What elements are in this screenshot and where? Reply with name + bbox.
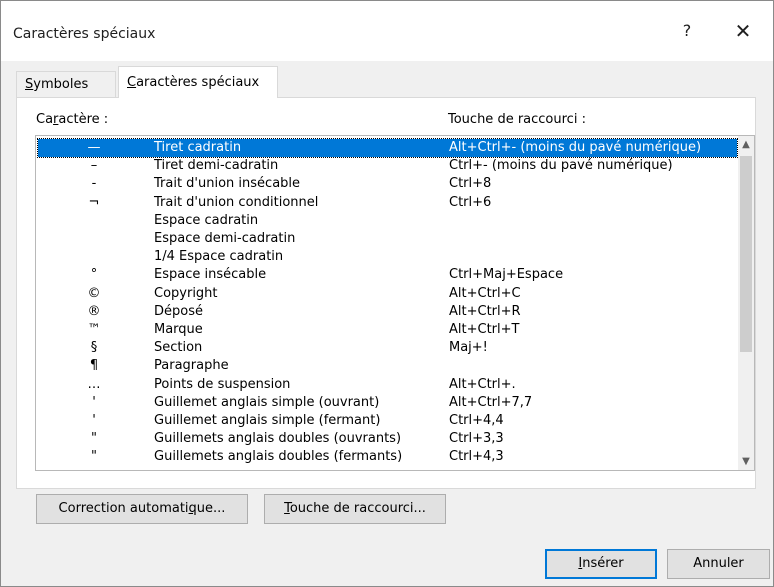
list-item[interactable]: - Trait d'union insécable Ctrl+8: [38, 175, 737, 193]
autocorrect-button[interactable]: Correction automatique...: [36, 494, 248, 524]
close-button[interactable]: ✕: [721, 13, 765, 49]
column-header-character: Caractère :: [36, 112, 108, 127]
list-item[interactable]: Espace cadratin: [38, 212, 737, 230]
character-symbol: ®: [87, 303, 101, 319]
character-shortcut: Alt+Ctrl+R: [449, 303, 521, 319]
list-item[interactable]: ¬ Trait d'union conditionnel Ctrl+6: [38, 194, 737, 212]
character-name: Trait d'union insécable: [154, 176, 301, 192]
character-symbol: ": [91, 449, 97, 465]
list-item[interactable]: " Guillemets anglais doubles (ouvrants) Ct…: [38, 430, 737, 448]
list-item[interactable]: Espace demi-cadratin: [38, 230, 737, 248]
header-char-pre: Ca: [36, 112, 54, 127]
character-symbol: ¬: [88, 194, 100, 210]
list-item[interactable]: ' Guillemet anglais simple (ouvrant) Alt+C…: [38, 394, 737, 412]
list-item[interactable]: ® Déposé Alt+Ctrl+R: [38, 303, 737, 321]
character-symbol: ": [91, 431, 97, 447]
list-item[interactable]: – Tiret demi-cadratin Ctrl+- (moins du pav…: [38, 157, 737, 175]
character-name: Tiret cadratin: [154, 140, 242, 155]
character-shortcut: Ctrl+8: [449, 176, 492, 192]
character-name: Guillemet anglais simple (fermant): [154, 413, 381, 428]
character-shortcut: Ctrl+4,4: [449, 413, 504, 428]
shortcut-label-post: ouche de raccourci...: [289, 501, 426, 516]
autocorrect-label-pre: Correction automati: [58, 501, 189, 516]
list-item[interactable]: § Section Maj+!: [38, 339, 737, 357]
list-item[interactable]: — Tiret cadratin Alt+Ctrl+- (moins du pavé…: [37, 138, 738, 158]
scroll-thumb[interactable]: [740, 156, 752, 352]
insert-label-post: nsérer: [582, 556, 624, 571]
header-char-post: actère :: [58, 112, 109, 127]
character-shortcut: Ctrl+Maj+Espace: [449, 267, 564, 283]
list-item[interactable]: ¶ Paragraphe: [38, 357, 737, 375]
list-item[interactable]: 1/4 Espace cadratin: [38, 248, 737, 266]
chevron-up-icon[interactable]: ▲: [738, 136, 754, 153]
character-name: Trait d'union conditionnel: [154, 194, 319, 210]
character-name: Guillemets anglais doubles (fermants): [154, 449, 403, 465]
character-symbol: —: [87, 140, 101, 155]
character-name: Espace cadratin: [154, 212, 259, 228]
character-name: Déposé: [154, 303, 203, 319]
character-symbol: ™: [87, 322, 101, 337]
character-symbol: ': [92, 394, 96, 410]
dialog-title: Caractères spéciaux: [13, 26, 156, 42]
character-symbol: …: [87, 376, 101, 392]
special-characters-list[interactable]: ▲ ▼ — Tiret cadratin Alt+Ctrl+- (moins du …: [35, 135, 755, 471]
character-shortcut: Alt+Ctrl+C: [449, 285, 521, 301]
character-shortcut: Ctrl+6: [449, 194, 492, 210]
character-name: Espace insécable: [154, 267, 267, 283]
list-item[interactable]: … Points de suspension Alt+Ctrl+.: [38, 376, 737, 394]
character-name: Marque: [154, 322, 203, 337]
list-item[interactable]: © Copyright Alt+Ctrl+C: [38, 285, 737, 303]
character-symbol: ': [92, 413, 96, 428]
character-name: Paragraphe: [154, 358, 229, 374]
list-item[interactable]: " Guillemets anglais doubles (fermants) Ct…: [38, 448, 737, 466]
character-symbol: -: [91, 176, 97, 192]
character-shortcut: Ctrl+4,3: [449, 449, 504, 465]
character-shortcut: Ctrl+- (moins du pavé numérique): [449, 158, 673, 174]
character-symbol: ©: [87, 285, 101, 301]
character-symbol: ¶: [89, 358, 99, 374]
character-name: Espace demi-cadratin: [154, 231, 296, 246]
character-shortcut: Ctrl+3,3: [449, 431, 504, 447]
tab-special-accel: C: [127, 75, 137, 90]
character-name: Tiret demi-cadratin: [154, 158, 279, 174]
character-shortcut: Alt+Ctrl+- (moins du pavé numérique): [449, 140, 702, 155]
character-name: Points de suspension: [154, 376, 291, 392]
tab-special-label: aractères spéciaux: [136, 75, 260, 90]
character-shortcut: Alt+Ctrl+T: [449, 322, 520, 337]
help-button[interactable]: ?: [665, 13, 709, 49]
character-name: Guillemets anglais doubles (ouvrants): [154, 431, 402, 447]
vertical-scrollbar[interactable]: ▲ ▼: [738, 136, 754, 470]
character-shortcut: Alt+Ctrl+7,7: [449, 394, 533, 410]
list-item[interactable]: ° Espace insécable Ctrl+Maj+Espace: [38, 266, 737, 284]
tab-special-characters[interactable]: Caractères spéciaux: [118, 66, 278, 98]
character-name: Guillemet anglais simple (ouvrant): [154, 394, 380, 410]
insert-button[interactable]: Insérer: [545, 549, 657, 579]
character-symbol: °: [90, 267, 98, 283]
character-symbol: –: [90, 158, 98, 174]
character-name: Section: [154, 340, 203, 356]
character-symbol: §: [90, 340, 98, 356]
character-shortcut: Maj+!: [449, 340, 488, 356]
character-name: Copyright: [154, 285, 218, 301]
list-item[interactable]: ' Guillemet anglais simple (fermant) Ctrl+…: [38, 412, 737, 430]
character-shortcut: Alt+Ctrl+.: [449, 376, 516, 392]
column-header-shortcut: Touche de raccourci :: [448, 112, 586, 127]
tab-symbols-label: ymboles: [33, 77, 89, 92]
tab-symbols[interactable]: Symboles: [16, 71, 116, 97]
list-item[interactable]: ™ Marque Alt+Ctrl+T: [38, 321, 737, 339]
cancel-button[interactable]: Annuler: [667, 549, 770, 579]
character-name: 1/4 Espace cadratin: [154, 249, 284, 265]
title-bar: Caractères spéciaux ? ✕: [1, 1, 773, 61]
autocorrect-label-post: ue...: [196, 501, 226, 516]
shortcut-key-button[interactable]: Touche de raccourci...: [264, 494, 446, 524]
autocorrect-accel: q: [188, 501, 197, 516]
chevron-down-icon[interactable]: ▼: [738, 453, 754, 470]
